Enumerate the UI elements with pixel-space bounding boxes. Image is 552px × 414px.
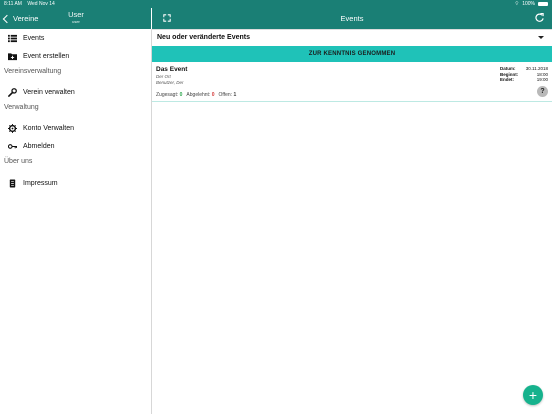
open-value: 1 bbox=[233, 92, 237, 98]
declined-count-item: Abgelehnt: 0 bbox=[186, 92, 214, 98]
accepted-count-item: Zugesagt: 0 bbox=[156, 92, 182, 98]
back-label: Vereine bbox=[13, 14, 39, 23]
accepted-value: 0 bbox=[179, 92, 183, 98]
key-icon bbox=[7, 141, 17, 151]
meta-end-label: Endet: bbox=[500, 77, 514, 83]
expand-icon[interactable] bbox=[163, 14, 171, 22]
sidebar-item-account[interactable]: Konto Verwalten bbox=[0, 120, 151, 136]
wifi-icon: ⌔ bbox=[514, 1, 520, 7]
section-admin-heading: Verwaltung bbox=[4, 104, 39, 111]
page-title: Events bbox=[340, 14, 364, 23]
event-title: Das Event bbox=[156, 66, 188, 73]
wrench-icon bbox=[7, 87, 17, 97]
user-info: User user bbox=[68, 11, 84, 24]
meta-end-row: Endet: 19:00 bbox=[500, 77, 548, 83]
sidebar-item-label: Event erstellen bbox=[23, 52, 70, 60]
sidebar-item-label: Impressum bbox=[23, 179, 58, 187]
accepted-label: Zugesagt: bbox=[156, 92, 179, 98]
main-header: Events bbox=[152, 8, 552, 29]
sidebar-item-label: Konto Verwalten bbox=[23, 124, 74, 132]
meta-end-value: 19:00 bbox=[536, 77, 548, 83]
open-label: Offen: bbox=[218, 92, 233, 98]
sidebar-item-club-manage[interactable]: Verein verwalten bbox=[0, 84, 151, 100]
status-bar: 8:11 AM Wed Nov 14 ⌔ 100% bbox=[0, 0, 552, 8]
sidebar-item-label: Abmelden bbox=[23, 142, 55, 150]
sidebar-item-event-create[interactable]: Event erstellen bbox=[0, 48, 151, 64]
caret-down-icon bbox=[538, 36, 544, 39]
open-count-item: Offen: 1 bbox=[219, 92, 237, 98]
declined-value: 0 bbox=[211, 92, 215, 98]
gear-icon bbox=[7, 123, 17, 133]
user-subtitle: user bbox=[72, 18, 80, 24]
status-left: 8:11 AM Wed Nov 14 bbox=[4, 0, 55, 8]
chevron-left-icon bbox=[2, 14, 12, 23]
add-event-button[interactable]: + bbox=[523, 385, 543, 405]
battery-icon bbox=[538, 2, 548, 6]
sidebar-item-imprint[interactable]: Impressum bbox=[0, 175, 151, 191]
declined-label: Abgelehnt: bbox=[186, 92, 211, 98]
sidebar-item-logout[interactable]: Abmelden bbox=[0, 138, 151, 154]
sidebar-item-label: Verein verwalten bbox=[23, 88, 75, 96]
event-counts: Zugesagt: 0 Abgelehnt: 0 Offen: 1 bbox=[156, 92, 236, 98]
folder-add-icon bbox=[7, 51, 17, 61]
document-icon bbox=[7, 178, 17, 188]
refresh-icon[interactable] bbox=[535, 13, 544, 22]
help-button[interactable]: ? bbox=[537, 86, 548, 97]
section-club-heading: Vereinsverwaltung bbox=[4, 68, 62, 75]
sidebar-item-label: Events bbox=[23, 34, 45, 42]
status-date: Wed Nov 14 bbox=[27, 1, 55, 7]
sidebar-item-events[interactable]: Events bbox=[0, 30, 151, 46]
section-about-heading: Über uns bbox=[4, 158, 33, 165]
filter-select[interactable]: Neu oder veränderte Events bbox=[152, 30, 552, 46]
acknowledge-button[interactable]: ZUR KENNTNIS GENOMMEN bbox=[152, 46, 552, 62]
filter-label: Neu oder veränderte Events bbox=[157, 34, 250, 41]
list-icon bbox=[7, 33, 17, 43]
battery-percent: 100% bbox=[522, 1, 535, 7]
event-author: Benutzer, Der bbox=[156, 80, 184, 85]
event-card[interactable]: Das Event Der Ort Benutzer, Der Zugesagt… bbox=[152, 62, 552, 102]
sidebar-header: Vereine User user bbox=[0, 8, 151, 29]
back-button[interactable]: Vereine bbox=[2, 14, 39, 23]
status-right: ⌔ 100% bbox=[514, 0, 548, 8]
status-time: 8:11 AM bbox=[4, 1, 22, 7]
event-meta: Datum: 30.11.2018 Beginnt: 18:00 Endet: … bbox=[500, 66, 548, 83]
event-location: Der Ort bbox=[156, 74, 171, 79]
user-name: User bbox=[68, 10, 84, 19]
sidebar: Events Event erstellen Vereinsverwaltung… bbox=[0, 29, 152, 414]
